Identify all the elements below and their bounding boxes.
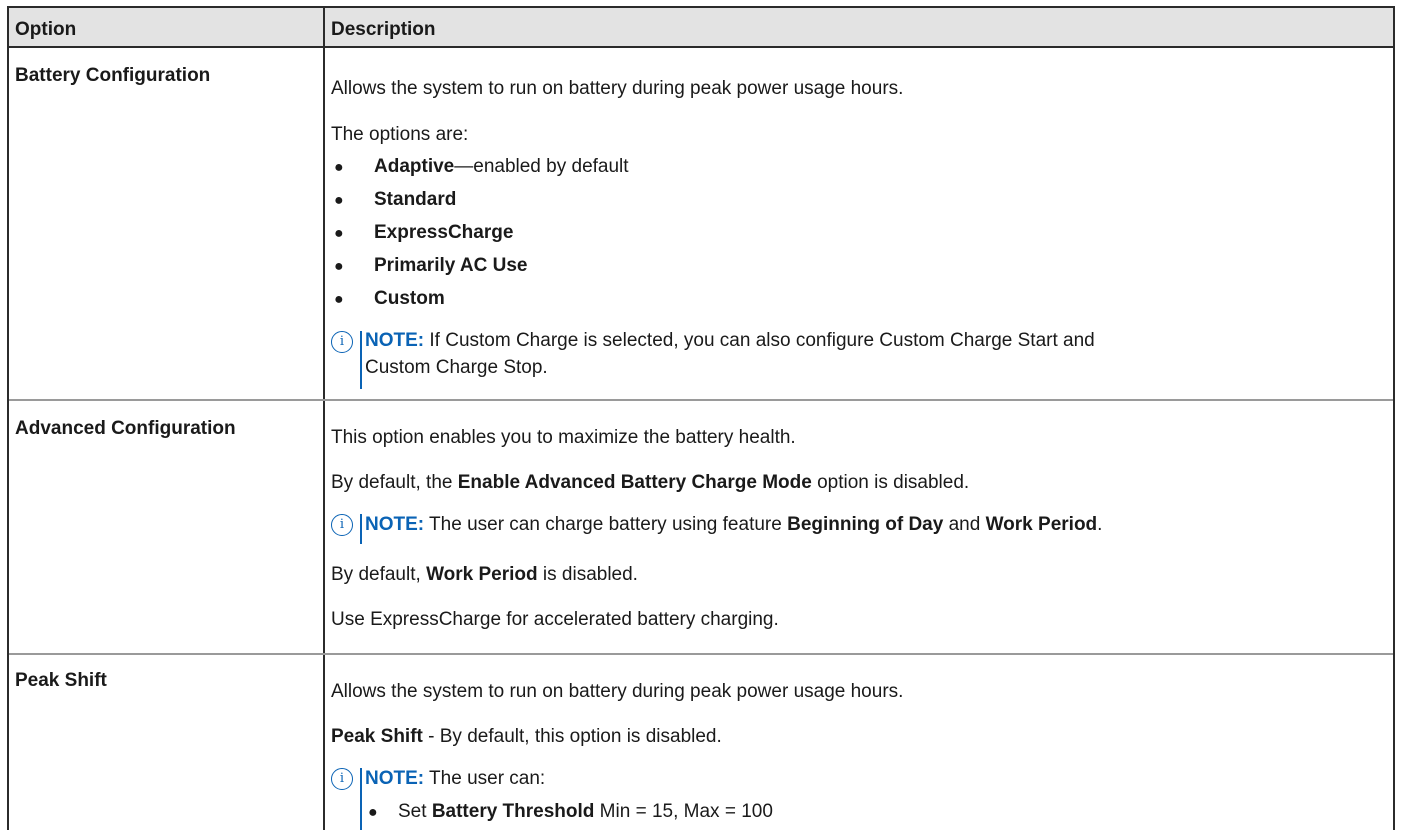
note-line-2: Custom Charge Stop.: [365, 357, 548, 378]
text-segment: and: [943, 514, 986, 535]
list-item: ● Custom: [334, 288, 445, 310]
note-bar: [360, 768, 362, 830]
settings-table: Option Description Battery Configuration…: [7, 6, 1395, 830]
list-item-bold: ExpressCharge: [374, 222, 514, 243]
option-label: Peak Shift: [15, 670, 107, 691]
text-bold: Work Period: [426, 564, 538, 585]
text-segment: is disabled.: [537, 564, 638, 585]
note-bar: [360, 331, 362, 389]
text-segment: Set: [398, 801, 432, 822]
note-bullet: ● Set Battery Threshold Min = 15, Max = 1…: [368, 798, 773, 826]
note-text: NOTE: The user can charge battery using …: [365, 511, 1102, 538]
note-line-1: If Custom Charge is selected, you can al…: [424, 330, 1095, 351]
note-label: NOTE:: [365, 768, 425, 789]
text-bold: Beginning of Day: [787, 514, 944, 535]
text-segment: .: [1097, 514, 1103, 535]
bullet-dot-icon: ●: [334, 291, 344, 308]
note-text: NOTE: The user can:: [365, 765, 545, 792]
table-row-advanced-configuration: Advanced Configuration This option enabl…: [9, 401, 1393, 663]
options-intro: The options are:: [331, 124, 469, 145]
option-label: Advanced Configuration: [15, 418, 236, 439]
info-circle-icon: i: [331, 514, 353, 536]
desc-paragraph: By default, the Enable Advanced Battery …: [331, 472, 969, 494]
bullet-dot-icon: ●: [334, 159, 344, 176]
text-bold: Peak Shift: [331, 726, 423, 747]
bullet-dot-icon: ●: [334, 192, 344, 209]
list-item-rest: —enabled by default: [454, 156, 629, 177]
header-description: Description: [331, 19, 436, 40]
text-bold: Work Period: [985, 514, 1098, 535]
table-row-peak-shift: Peak Shift Allows the system to run on b…: [9, 655, 1393, 830]
desc-paragraph: Use ExpressCharge for accelerated batter…: [331, 609, 779, 630]
list-item-bold: Primarily AC Use: [374, 255, 528, 276]
text-segment: Min = 15, Max = 100: [594, 801, 773, 822]
note-text: NOTE: If Custom Charge is selected, you …: [365, 327, 1095, 381]
bullet-dot-icon: ●: [368, 804, 378, 821]
table-row-battery-configuration: Battery Configuration Allows the system …: [9, 48, 1393, 408]
list-item-bold: Custom: [374, 288, 445, 309]
header-option: Option: [15, 19, 77, 40]
note-label: NOTE:: [365, 330, 425, 351]
list-item-bold: Standard: [374, 189, 457, 210]
desc-intro: This option enables you to maximize the …: [331, 427, 796, 448]
list-item: ● Adaptive—enabled by default: [334, 156, 629, 178]
desc-paragraph: Peak Shift - By default, this option is …: [331, 726, 722, 748]
list-item: ● Primarily AC Use: [334, 255, 527, 277]
list-item-bold: Adaptive: [374, 156, 455, 177]
text-segment: By default,: [331, 564, 427, 585]
desc-intro: Allows the system to run on battery duri…: [331, 681, 904, 702]
text-segment: The user can:: [424, 768, 546, 789]
text-segment: The user can charge battery using featur…: [424, 514, 788, 535]
info-circle-icon: i: [331, 331, 353, 353]
table-header: Option Description: [9, 8, 1393, 48]
text-segment: By default, the: [331, 472, 458, 493]
desc-intro: Allows the system to run on battery duri…: [331, 78, 904, 99]
text-bold: Enable Advanced Battery Charge Mode: [457, 472, 812, 493]
text-segment: - By default, this option is disabled.: [422, 726, 722, 747]
info-circle-icon: i: [331, 768, 353, 790]
text-bold: Battery Threshold: [431, 801, 595, 822]
bullet-dot-icon: ●: [334, 225, 344, 242]
text-segment: option is disabled.: [811, 472, 970, 493]
list-item: ● Standard: [334, 189, 456, 211]
bullet-dot-icon: ●: [334, 258, 344, 275]
option-label: Battery Configuration: [15, 65, 211, 86]
note-label: NOTE:: [365, 514, 425, 535]
note-bar: [360, 514, 362, 544]
list-item: ● ExpressCharge: [334, 222, 513, 244]
desc-paragraph: By default, Work Period is disabled.: [331, 564, 638, 586]
